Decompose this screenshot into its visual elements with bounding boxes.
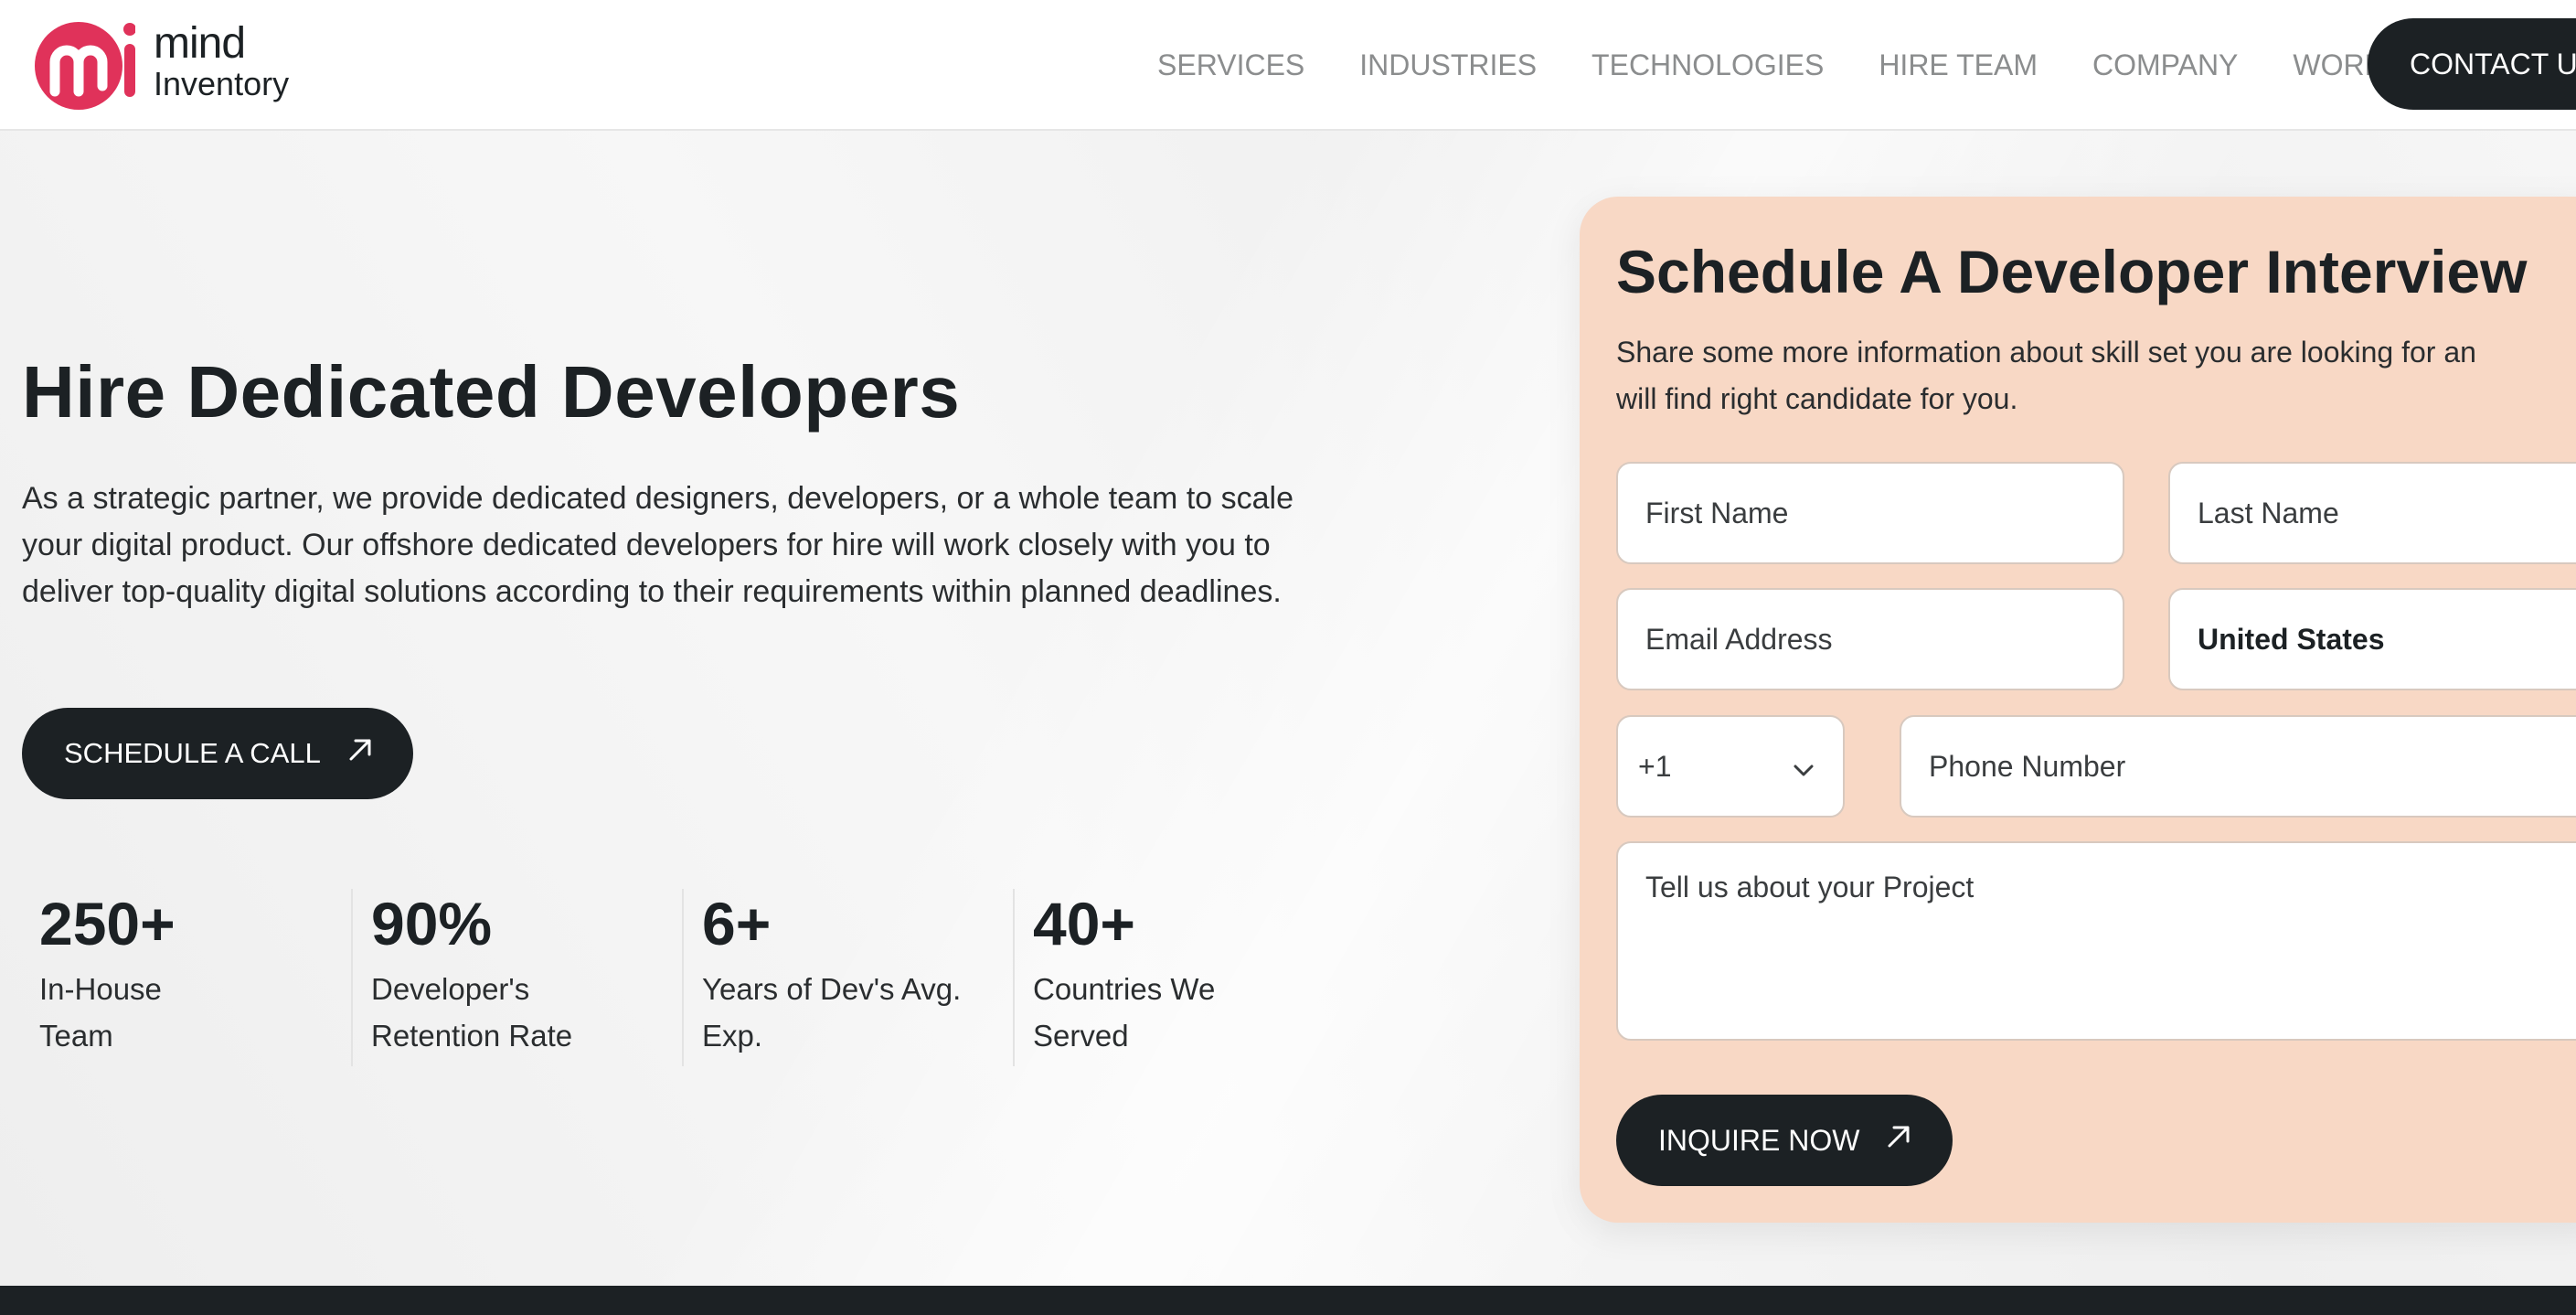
stat-label-line1: Developer's	[371, 972, 530, 1006]
footer-bar	[0, 1286, 2576, 1315]
logo-word-inventory: Inventory	[154, 65, 290, 102]
phone-number-field[interactable]: Phone Number	[1900, 715, 2576, 818]
nav-technologies[interactable]: TECHNOLOGIES	[1591, 48, 1824, 82]
stat-label-line2: Retention Rate	[371, 1019, 573, 1053]
logo-wordmark: mind Inventory	[154, 22, 289, 101]
schedule-call-button[interactable]: SCHEDULE A CALL	[22, 708, 413, 799]
stat-value: 6+	[702, 890, 772, 957]
dial-code-value: +1	[1638, 749, 1672, 783]
stat-value: 250+	[39, 890, 176, 957]
country-select[interactable]: United States	[2168, 588, 2576, 690]
dial-code-select[interactable]: +1	[1616, 715, 1845, 818]
stat-label-line2: Served	[1033, 1019, 1129, 1053]
stat-label-line2: Exp.	[702, 1019, 763, 1053]
logo-word-mind: mind	[154, 19, 246, 68]
form-description: Share some more information about skill …	[1616, 329, 2576, 422]
email-field[interactable]: Email Address	[1616, 588, 2124, 690]
nav-services[interactable]: SERVICES	[1157, 48, 1304, 82]
form-title: Schedule A Developer Interview	[1616, 238, 2528, 305]
project-details-textarea[interactable]: Tell us about your Project	[1616, 841, 2576, 1041]
stat-value: 90%	[371, 890, 493, 957]
stat-label-line1: In-House	[39, 972, 162, 1006]
stat-label-line1: Countries We	[1033, 972, 1216, 1006]
interview-form-card: Schedule A Developer Interview Share som…	[1580, 197, 2576, 1223]
stat-label-line2: Team	[39, 1019, 113, 1053]
first-name-field[interactable]: First Name	[1616, 462, 2124, 564]
nav-hire-team[interactable]: HIRE TEAM	[1879, 48, 2038, 82]
form-description-line1: Share some more information about skill …	[1616, 336, 2476, 369]
nav-industries[interactable]: INDUSTRIES	[1359, 48, 1537, 82]
inquire-now-label: INQUIRE NOW	[1658, 1123, 1860, 1157]
form-description-line2: will find right candidate for you.	[1616, 382, 2018, 415]
arrow-up-right-icon	[346, 736, 374, 771]
page-title: Hire Dedicated Developers	[22, 351, 961, 433]
arrow-up-right-icon	[1885, 1123, 1912, 1158]
last-name-field[interactable]: Last Name	[2168, 462, 2576, 564]
stat-divider	[682, 889, 684, 1066]
site-header: mind Inventory SERVICES INDUSTRIES TECHN…	[0, 0, 2576, 131]
mi-logo-icon	[35, 22, 135, 110]
chevron-down-icon	[1792, 755, 1815, 789]
stat-divider	[1013, 889, 1015, 1066]
stat-retention: 90% Developer's Retention Rate	[371, 889, 572, 1066]
contact-us-button[interactable]: CONTACT U	[2368, 18, 2576, 110]
stat-divider	[351, 889, 353, 1066]
stat-label-line1: Years of Dev's Avg.	[702, 972, 962, 1006]
stat-countries: 40+ Countries We Served	[1033, 889, 1215, 1066]
stat-team: 250+ In-House Team	[39, 889, 176, 1066]
nav-company[interactable]: COMPANY	[2092, 48, 2238, 82]
main-nav: SERVICES INDUSTRIES TECHNOLOGIES HIRE TE…	[1157, 0, 2439, 131]
brand-logo[interactable]: mind Inventory	[35, 16, 309, 113]
hero-description: As a strategic partner, we provide dedic…	[22, 481, 1293, 609]
stat-experience: 6+ Years of Dev's Avg. Exp.	[702, 889, 961, 1066]
inquire-now-button[interactable]: INQUIRE NOW	[1616, 1095, 1953, 1186]
schedule-call-label: SCHEDULE A CALL	[64, 737, 321, 769]
stat-value: 40+	[1033, 890, 1135, 957]
